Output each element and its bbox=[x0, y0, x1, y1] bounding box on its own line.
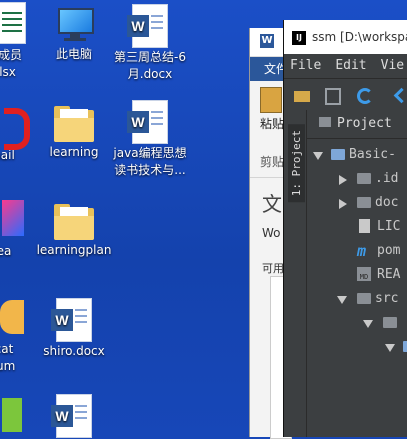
backstage-text: Wo bbox=[262, 226, 281, 240]
ide-menubar: File Edit Vie bbox=[284, 54, 407, 79]
chevron-down-icon bbox=[363, 320, 373, 328]
tree-node-root[interactable]: Basic- bbox=[307, 143, 407, 167]
project-tool-tab[interactable]: 1: Project bbox=[288, 124, 305, 203]
module-folder-icon bbox=[331, 149, 345, 160]
word-doc-icon: W bbox=[51, 298, 94, 342]
tree-node-label: .id bbox=[375, 171, 399, 186]
tree-node-label: doc bbox=[375, 195, 399, 210]
menu-view[interactable]: Vie bbox=[381, 58, 404, 73]
back-arrow-icon[interactable] bbox=[392, 87, 407, 104]
folder-icon bbox=[54, 204, 94, 240]
computer-icon bbox=[54, 4, 94, 44]
word-doc-icon: W bbox=[127, 4, 170, 48]
project-panel-header: Project bbox=[307, 110, 407, 139]
folder-icon bbox=[357, 197, 371, 208]
clipboard-group-label: 剪贴 bbox=[260, 155, 285, 169]
ide-titlebar[interactable]: IJ ssm [D:\workspa bbox=[284, 20, 407, 54]
available-label: 可用 bbox=[262, 262, 284, 275]
chevron-down-icon bbox=[385, 344, 395, 352]
tree-node-java[interactable] bbox=[307, 335, 407, 359]
menu-edit[interactable]: Edit bbox=[335, 58, 366, 73]
chevron-down-icon bbox=[313, 152, 323, 160]
tree-node-readme[interactable]: MD REA bbox=[307, 263, 407, 287]
tree-node-idea[interactable]: .id bbox=[307, 167, 407, 191]
clipboard-icon bbox=[260, 87, 282, 113]
sync-icon[interactable] bbox=[356, 87, 373, 104]
tree-node-label: LIC bbox=[377, 219, 401, 234]
tree-node-label: REA bbox=[377, 267, 401, 282]
desktop-icon-learningplan[interactable]: learningplan bbox=[34, 200, 114, 259]
desktop-icon-label: 此电脑 bbox=[55, 47, 92, 61]
excel-icon bbox=[0, 2, 26, 44]
desktop-icon-this-pc[interactable]: 此电脑 bbox=[34, 4, 114, 63]
desktop-icon-label: learning bbox=[49, 145, 99, 159]
project-panel-title: Project bbox=[337, 116, 392, 131]
desktop-icon-label: java编程思想 读书技术与... bbox=[113, 146, 187, 177]
desktop-icon-weekly-summary[interactable]: W 第三周总结-6 月.docx bbox=[110, 4, 190, 83]
tree-node-doc[interactable]: doc bbox=[307, 191, 407, 215]
save-icon[interactable] bbox=[324, 87, 341, 105]
desktop-icon-learning[interactable]: learning bbox=[34, 102, 114, 161]
text-file-icon bbox=[359, 219, 370, 233]
intellij-logo-icon: IJ bbox=[292, 30, 306, 45]
tree-node-license[interactable]: LIC bbox=[307, 215, 407, 239]
desktop-icon-shiro-docx[interactable]: W shiro.docx bbox=[34, 298, 114, 360]
intellij-icon bbox=[0, 198, 24, 240]
menu-file[interactable]: File bbox=[290, 58, 321, 73]
folder-icon bbox=[357, 173, 371, 184]
navicat-icon bbox=[0, 296, 24, 338]
desktop-icon-label: 第三周总结-6 月.docx bbox=[114, 50, 186, 81]
ide-side-toolstrip: 1: Project bbox=[284, 110, 307, 437]
project-panel: Project Basic- .id doc LIC m pom MD REA … bbox=[307, 110, 407, 437]
chevron-down-icon bbox=[337, 296, 347, 304]
word-logo-icon: W bbox=[260, 34, 274, 48]
folder-icon bbox=[357, 293, 371, 304]
foxmail-icon bbox=[0, 102, 30, 150]
chevron-right-icon bbox=[339, 199, 347, 209]
desktop-icon-java-thinking[interactable]: W java编程思想 读书技术与... bbox=[110, 100, 190, 179]
folder-icon bbox=[54, 106, 94, 142]
desktop-icon-label: learningplan bbox=[36, 243, 112, 257]
markdown-file-icon: MD bbox=[357, 267, 371, 281]
ide-window[interactable]: IJ ssm [D:\workspa File Edit Vie 1: Project… bbox=[283, 20, 407, 437]
tree-node-label: pom bbox=[377, 243, 401, 258]
word-doc-icon: W bbox=[127, 100, 170, 144]
ide-toolbar bbox=[284, 79, 407, 112]
tree-node-src[interactable]: src bbox=[307, 287, 407, 311]
maven-icon: m bbox=[357, 242, 367, 260]
open-folder-icon[interactable] bbox=[294, 87, 310, 103]
word-doc-icon: W bbox=[51, 394, 94, 438]
tree-node-main[interactable] bbox=[307, 311, 407, 335]
ide-title: ssm [D:\workspa bbox=[312, 30, 407, 44]
project-panel-icon bbox=[319, 117, 331, 127]
desktop-icon-label: shiro.docx bbox=[43, 344, 105, 358]
tree-node-label: Basic- bbox=[349, 147, 396, 162]
tree-node-pom[interactable]: m pom bbox=[307, 239, 407, 263]
project-tree: Basic- .id doc LIC m pom MD REA src bbox=[307, 139, 407, 359]
chevron-right-icon bbox=[339, 175, 347, 185]
app-icon bbox=[0, 394, 24, 436]
backstage-heading: 文 bbox=[262, 192, 282, 216]
desktop-icon-docx-2[interactable]: W bbox=[34, 394, 114, 439]
tree-node-label: src bbox=[375, 291, 399, 306]
folder-icon bbox=[383, 317, 397, 328]
source-folder-icon bbox=[403, 341, 407, 352]
